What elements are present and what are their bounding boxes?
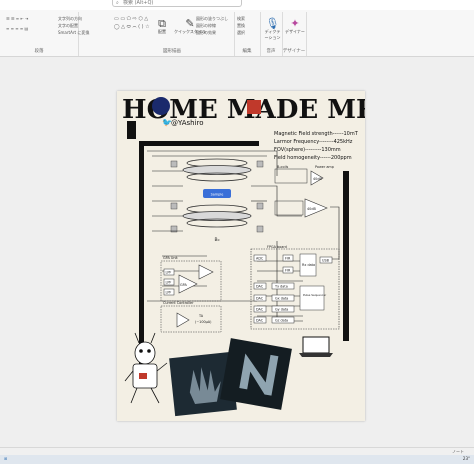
lpf-label: LPF [166,281,172,285]
scientist-character [124,332,168,404]
b0-label: B₀ [215,237,220,243]
shape-effects-button[interactable]: 図形の効果 [196,30,216,36]
gpa-label: GPA [180,283,187,287]
ribbon-group-voice: 🎙 ディクテーション 音声 [260,12,283,56]
fir-label: FIR [285,269,291,273]
arrange-button[interactable]: ⧉ 配置 [158,18,166,35]
rx-data-label: Rx data [302,263,315,267]
ta-amp [176,312,190,328]
shape-gallery[interactable]: ▭ ▭ ⬠ ⇨ ⬡ △ [114,16,148,22]
ribbon-group-label: 段落 [34,49,44,54]
protection-box [274,200,304,216]
ribbon-group-label: 編集 [242,49,252,54]
align-text-button[interactable]: 文字の配置 [58,23,78,29]
gz-data-label: Gz data [275,319,288,323]
gpa-unit-label: GPA Unit [163,256,178,260]
text-direction-button[interactable]: 文字列の方向 [58,16,82,22]
power-amp-label: Power amp [315,165,334,169]
ribbon-group-designer: ✦ デザイナー デザイナー [282,12,307,56]
frame-bar [127,121,136,139]
poster-slide[interactable]: HOME MADE MRI 🐦 @YAshiro Magnetic Field … [117,91,365,421]
b0-coils: Sample B₀ [170,158,264,243]
microphone-icon: 🎙 [265,17,280,30]
dictate-button[interactable]: 🎙 ディクテーション [263,18,282,41]
ribbon-group-paragraph: ☰ ☰ ≡ ⇤ ⇥ ≡ ≡ ≡ ≡ ▤ 文字列の方向 文字の配置 SmartAr… [0,12,89,56]
amp-gain: 40dB [307,207,316,211]
ribbon-group-label: 図形描画 [163,49,181,54]
ta-label: TA [198,314,204,318]
search-placeholder: 検索 (Alt+Q) [123,0,154,6]
weather-temperature: 23° [462,456,470,461]
pulse-sequencer-box [299,285,325,311]
search-icon: ⌕ [116,0,119,6]
ribbon: ☰ ☰ ≡ ⇤ ⇥ ≡ ≡ ≡ ≡ ▤ 文字列の方向 文字の配置 SmartAr… [0,10,474,57]
shape-fill-button[interactable]: 図形の塗りつぶし [196,16,228,22]
shape-outline-button[interactable]: 図形の枠線 [196,23,216,29]
dac-label: DAC [256,285,264,289]
frame-bar [139,141,259,146]
laptop-icon [299,336,333,357]
fpga-label: FPGA board [267,245,287,249]
gpa-amp [198,264,214,280]
logo-square [247,100,261,114]
usb-label: USB [322,259,330,263]
ribbon-group-edit: 検索 置換 選択 編集 [234,12,261,56]
svg-text:Sample: Sample [211,193,224,197]
ta-range-label: (~100µA) [195,320,212,324]
taskbar: ⊞ 23° [0,455,474,464]
gx-data-label: Gx data [275,297,288,301]
designer-button[interactable]: ✦ デザイナー [285,18,305,35]
adc-label: ADC [256,257,264,261]
lpf-label: LPF [166,271,172,275]
logo-circle [152,97,170,115]
dac-label: DAC [256,297,264,301]
pulse-sequencer-label: Pulse Sequencer [303,293,327,297]
tx-data-label: Tx data [274,285,288,289]
paragraph-align-icons[interactable]: ≡ ≡ ≡ ≡ ▤ [6,26,28,31]
rf-label: B₀coils [277,165,289,169]
fir-label: FIR [285,257,291,261]
ribbon-group-label: デザイナー [282,49,306,54]
frame-bar [343,171,349,341]
rf-switch-box [274,168,308,184]
search-box[interactable]: ⌕ 検索 (Alt+Q) [112,0,242,7]
ribbon-group-drawing: ▭ ▭ ⬠ ⇨ ⬡ △ ◯ △ ⬭ ⌒ ⟨ ⟩ ☆ ⧉ 配置 ✎ クイックスタイル … [110,12,235,56]
lpf-label: LPF [166,291,172,295]
ribbon-group-label: 音声 [266,49,276,54]
gy-data-label: Gy data [275,308,288,312]
preamp-gain: 40dB [313,177,322,181]
current-controller [160,305,222,333]
arrange-icon: ⧉ [158,17,166,30]
replace-button[interactable]: 置換 [237,23,245,29]
designer-icon: ✦ [290,17,300,30]
current-controller-label: Current Controller [163,301,194,305]
windows-icon[interactable]: ⊞ [4,456,7,461]
frame-bar [139,141,144,366]
mri-block-diagram: Sample B₀ B₀coils Power amp 40dB 40dB FP… [124,97,349,417]
dac-label: DAC [256,319,264,323]
find-button[interactable]: 検索 [237,16,245,22]
paragraph-list-icons[interactable]: ☰ ☰ ≡ ⇤ ⇥ [6,16,28,21]
shape-gallery-row2[interactable]: ◯ △ ⬭ ⌒ ⟨ ⟩ ☆ [114,24,150,30]
select-button[interactable]: 選択 [237,30,245,36]
title-bar: ⌕ 検索 (Alt+Q) [0,0,474,10]
smartart-button[interactable]: SmartArt に変換 [58,30,89,36]
dac-label: DAC [256,308,264,312]
